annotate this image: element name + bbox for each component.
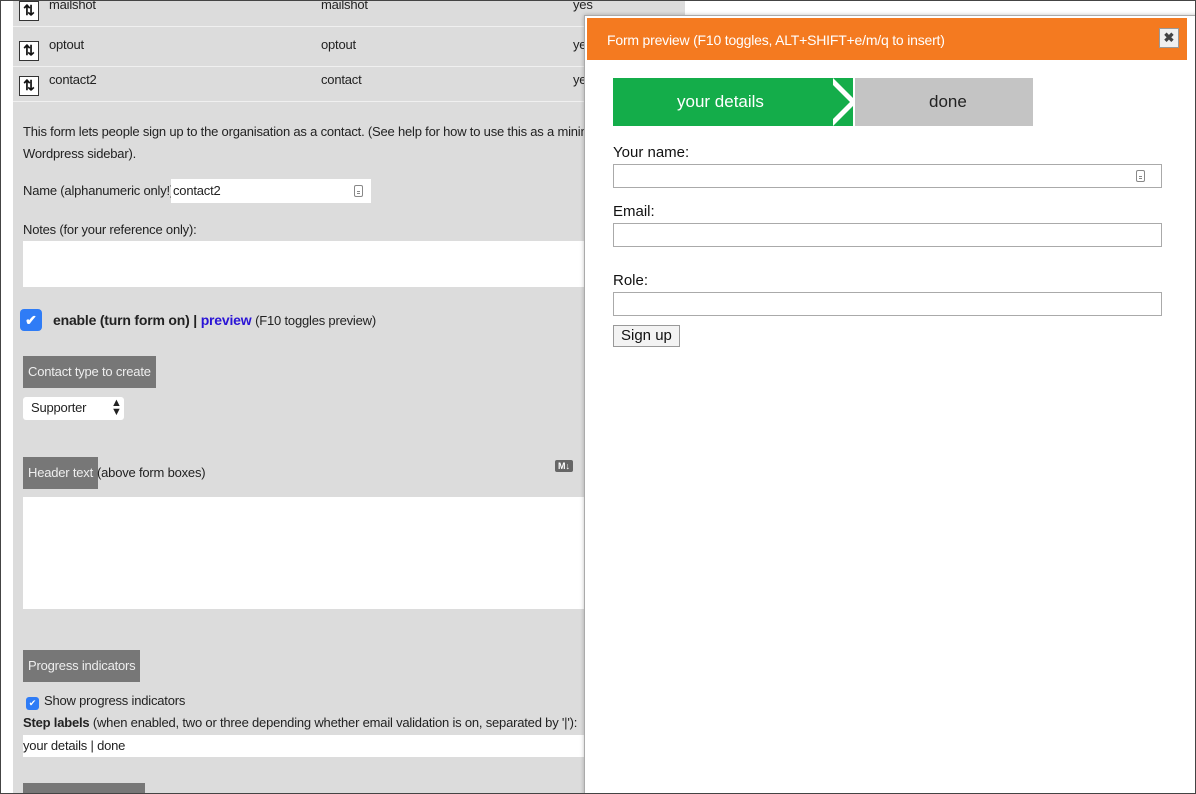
enable-checkbox[interactable]: ✔: [20, 309, 42, 331]
app-frame: ⇅ mailshot mailshot yes ⇅ optout optout …: [0, 0, 1196, 794]
drag-handle-icon[interactable]: ⇅: [19, 41, 39, 61]
next-section-button[interactable]: [23, 783, 145, 793]
row-type: contact: [321, 72, 362, 87]
row-type: mailshot: [321, 1, 368, 12]
contact-type-select[interactable]: Supporter ▲ ▼: [23, 397, 124, 420]
step-labels-hint: (when enabled, two or three depending wh…: [92, 715, 578, 730]
row-name: optout: [49, 37, 84, 52]
role-input[interactable]: [613, 292, 1162, 316]
close-icon[interactable]: ✖: [1159, 28, 1179, 48]
select-arrows-icon: ▲ ▼: [111, 397, 122, 418]
your-name-input[interactable]: [613, 164, 1162, 188]
row-type: optout: [321, 37, 356, 52]
enable-separator: |: [193, 312, 197, 328]
progress-step-done: done: [855, 78, 1033, 126]
intro-text: This form lets people sign up to the org…: [23, 124, 631, 161]
step-labels-title: Step labels: [23, 715, 90, 730]
form-preview-dialog: Form preview (F10 toggles, ALT+SHIFT+e/m…: [584, 15, 1195, 793]
markdown-icon[interactable]: M↓: [555, 460, 573, 472]
enable-row: enable (turn form on) | preview (F10 tog…: [53, 312, 376, 328]
email-input[interactable]: [613, 223, 1162, 247]
dialog-header: Form preview (F10 toggles, ALT+SHIFT+e/m…: [587, 18, 1187, 60]
show-progress-checkbox[interactable]: ✔: [26, 697, 39, 710]
preview-link[interactable]: preview: [201, 312, 252, 328]
header-text-button[interactable]: Header text: [23, 457, 99, 489]
show-progress-label: Show progress indicators: [44, 693, 186, 708]
role-label: Role:: [613, 272, 649, 289]
autofill-key-icon[interactable]: [354, 185, 363, 197]
progress-step-your-details: your details: [613, 78, 853, 126]
contact-type-button[interactable]: Contact type to create: [23, 356, 156, 388]
row-flag: yes: [573, 1, 593, 12]
drag-handle-icon[interactable]: ⇅: [19, 76, 39, 96]
name-input[interactable]: contact2: [171, 179, 371, 203]
progress-indicators-button[interactable]: Progress indicators: [23, 650, 141, 682]
step-labels-row: Step labels (when enabled, two or three …: [23, 715, 577, 730]
step-arrow: [826, 78, 850, 126]
name-label: Name (alphanumeric only!):: [23, 183, 178, 198]
enable-hint: (F10 toggles preview): [255, 313, 376, 328]
drag-handle-icon[interactable]: ⇅: [19, 1, 39, 21]
sign-up-button[interactable]: Sign up: [613, 325, 680, 347]
email-label: Email:: [613, 203, 655, 220]
row-name: contact2: [49, 72, 97, 87]
header-text-hint: (above form boxes): [97, 465, 206, 480]
autofill-key-icon[interactable]: [1136, 170, 1145, 182]
dialog-title: Form preview (F10 toggles, ALT+SHIFT+e/m…: [607, 32, 945, 48]
row-name: mailshot: [49, 1, 96, 12]
notes-label: Notes (for your reference only):: [23, 222, 197, 237]
enable-label: enable (turn form on): [53, 312, 190, 328]
your-name-label: Your name:: [613, 144, 690, 161]
